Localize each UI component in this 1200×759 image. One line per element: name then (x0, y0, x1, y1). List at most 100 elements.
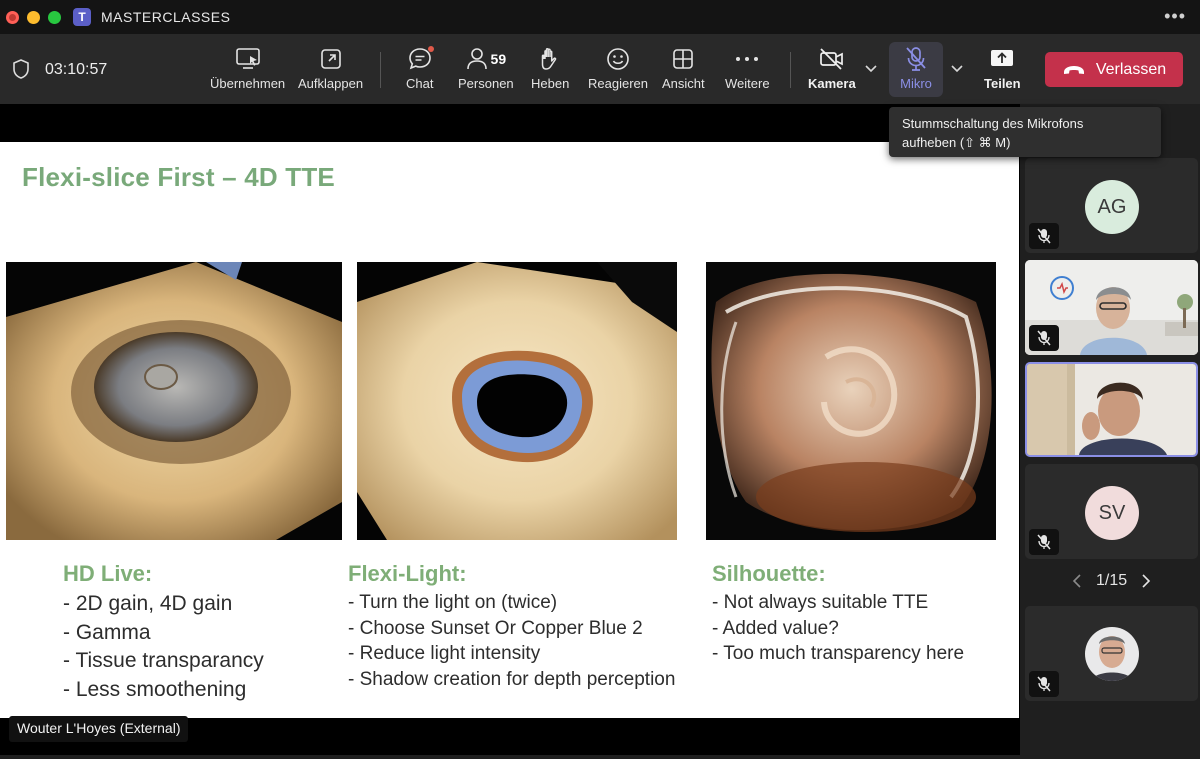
takeover-label: Übernehmen (210, 76, 286, 91)
toolbar-divider (790, 52, 791, 88)
column-heading-flexi-light: Flexi-Light: (348, 561, 467, 586)
meeting-timer: 03:10:57 (45, 61, 108, 78)
share-screen-icon (991, 50, 1014, 66)
popout-icon (320, 49, 341, 69)
list-item: - Added value? (712, 617, 839, 639)
window-title: MASTERCLASSES (101, 9, 231, 25)
participant-tile-photo[interactable] (1025, 606, 1198, 701)
participant-tile-ag[interactable]: AG (1025, 158, 1198, 253)
screen-control-icon (235, 48, 260, 69)
popout-label: Aufklappen (298, 76, 364, 91)
share-button[interactable]: Teilen (984, 44, 1021, 98)
teams-logo-icon: T (73, 8, 91, 26)
hd-live-list: - 2D gain, 4D gain - Gamma - Tissue tran… (63, 590, 264, 704)
list-item: - Tissue transparancy (63, 649, 264, 672)
hd-live-render (6, 262, 342, 540)
mic-label: Mikro (900, 76, 932, 91)
more-button[interactable]: Weitere (725, 44, 770, 98)
column-heading-hd-live: HD Live: (63, 561, 153, 586)
react-button[interactable]: Reagieren (588, 44, 648, 98)
muted-badge (1029, 671, 1059, 697)
tooltip-line-1: Stummschaltung des Mikrofons (902, 116, 1084, 131)
mic-off-icon (1037, 534, 1051, 550)
avatar: AG (1085, 180, 1139, 234)
more-icon (736, 57, 759, 61)
maximize-window-button[interactable] (48, 10, 61, 24)
list-item: - Not always suitable TTE (712, 592, 929, 613)
silhouette-render (706, 262, 996, 540)
list-item: - Reduce light intensity (348, 643, 541, 664)
camera-label: Kamera (808, 76, 856, 91)
flexi-light-list: - Turn the light on (twice) - Choose Sun… (348, 590, 675, 692)
silhouette-list: - Not always suitable TTE - Added value?… (712, 590, 964, 667)
pager-indicator: 1/15 (1096, 572, 1128, 589)
participant-tile-video-speaker[interactable] (1025, 362, 1198, 457)
title-bar: T MASTERCLASSES ••• (0, 0, 1200, 34)
leave-button[interactable]: Verlassen (1045, 52, 1183, 87)
mic-button[interactable]: Mikro (896, 44, 936, 98)
unread-indicator (427, 46, 434, 52)
react-label: Reagieren (588, 76, 648, 91)
takeover-button[interactable]: Übernehmen (210, 44, 285, 98)
toolbar-divider (380, 52, 381, 88)
camera-options-chevron-icon[interactable] (864, 64, 878, 74)
tooltip-line-2: aufheben (⇧ ⌘ M) (902, 135, 1011, 150)
people-count: 59 (490, 51, 507, 67)
presenter-name-label: Wouter L'Hoyes (External) (9, 716, 189, 742)
participant-pager: 1/15 (1072, 572, 1151, 590)
list-item: - Less smoothening (63, 677, 247, 701)
list-item: - Choose Sunset Or Copper Blue 2 (348, 617, 643, 639)
popout-button[interactable]: Aufklappen (298, 44, 363, 98)
camera-button[interactable]: Kamera (808, 44, 856, 98)
participant-tile-sv[interactable]: SV (1025, 464, 1198, 559)
muted-badge (1029, 325, 1059, 351)
muted-badge (1029, 223, 1059, 249)
camera-off-icon (819, 48, 843, 70)
minimize-window-button[interactable] (27, 10, 40, 24)
mic-off-icon (1037, 228, 1051, 244)
people-icon (466, 48, 487, 70)
chevron-right-icon[interactable] (1141, 573, 1151, 589)
silhouette-ultrasound-image (706, 262, 996, 540)
smiley-icon (607, 48, 629, 70)
view-button[interactable]: Ansicht (662, 44, 705, 98)
raise-hand-icon (541, 48, 557, 70)
share-label: Teilen (984, 76, 1021, 91)
mic-options-chevron-icon[interactable] (950, 64, 964, 74)
mic-off-icon (1037, 330, 1051, 346)
people-button[interactable]: 59 Personen (458, 44, 514, 98)
muted-badge (1029, 529, 1059, 555)
more-label: Weitere (725, 76, 770, 91)
mic-off-icon (1037, 676, 1051, 692)
leave-label: Verlassen (1095, 60, 1167, 78)
mic-off-icon (906, 47, 926, 71)
raise-hand-label: Heben (531, 76, 570, 91)
list-item: - Gamma (63, 620, 151, 644)
chevron-left-icon[interactable] (1072, 573, 1082, 589)
hang-up-icon (1063, 65, 1084, 74)
window-more-icon[interactable]: ••• (1164, 6, 1186, 27)
flexi-light-ultrasound-image (357, 262, 677, 540)
chat-button[interactable]: Chat (406, 44, 434, 98)
raise-hand-button[interactable]: Heben (531, 44, 569, 98)
mic-tooltip: Stummschaltung des Mikrofons aufheben (⇧… (889, 107, 1161, 157)
close-window-button[interactable] (6, 10, 19, 24)
window-controls (6, 10, 61, 24)
chat-label: Chat (406, 76, 434, 91)
list-item: - Too much transparency here (712, 643, 965, 664)
list-item: - Shadow creation for depth perception (348, 668, 676, 690)
column-heading-silhouette: Silhouette: (712, 561, 826, 586)
hd-live-ultrasound-image (6, 262, 342, 540)
slide-title: Flexi-slice First – 4D TTE (22, 162, 335, 192)
presentation-slide: Flexi-slice First – 4D TTE HD Live: - 2D… (0, 142, 1019, 718)
flexi-light-render (357, 262, 677, 540)
participant-tile-video-1[interactable] (1025, 260, 1198, 355)
view-label: Ansicht (662, 76, 705, 91)
people-label: Personen (458, 76, 514, 91)
list-item: - 2D gain, 4D gain (63, 592, 233, 615)
list-item: - Turn the light on (twice) (348, 592, 558, 613)
shield-icon (13, 59, 29, 79)
participant-video-frame (1027, 364, 1196, 455)
avatar: SV (1085, 486, 1139, 540)
grid-view-icon (673, 49, 694, 69)
